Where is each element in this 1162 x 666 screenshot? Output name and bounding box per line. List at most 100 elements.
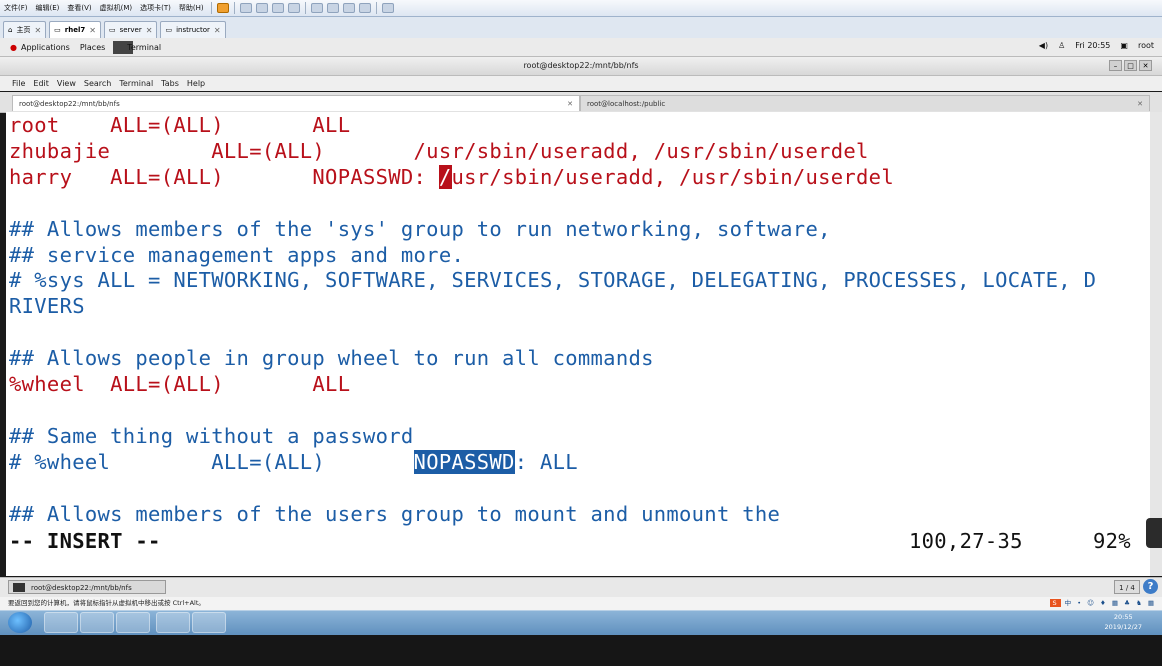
- text-segment: %wheel ALL=(ALL) ALL: [9, 372, 351, 396]
- tab-server[interactable]: ▭ server ✕: [103, 21, 158, 38]
- media-icon[interactable]: [156, 612, 190, 633]
- help-icon[interactable]: ?: [1143, 579, 1158, 594]
- text-segment: # %wheel ALL=(ALL): [9, 449, 414, 474]
- editor-line: root ALL=(ALL) ALL: [9, 112, 350, 138]
- vm-tab-strip: ⌂ 主页 ✕ ▭ rhel7 ✕ ▭ server ✕ ▭ instructor ✕: [0, 17, 1162, 39]
- revert-snapshot-icon[interactable]: [271, 3, 284, 13]
- fullscreen-icon[interactable]: [342, 3, 355, 13]
- editor-line: ## Allows members of the 'sys' group to …: [9, 216, 831, 242]
- app-icon[interactable]: [80, 612, 114, 633]
- gnome-top-panel: ● Applications Places Terminal ◀) ♙ Fri …: [0, 38, 1162, 57]
- panel-clock[interactable]: Fri 20:55: [1075, 41, 1110, 50]
- snapshot-manager-icon[interactable]: [287, 3, 300, 13]
- text-segment: ## Same thing without a password: [9, 423, 414, 448]
- side-panel-tab[interactable]: [1146, 518, 1162, 548]
- editor-line: RIVERS: [9, 293, 85, 319]
- editor-line: %wheel ALL=(ALL) ALL: [9, 371, 350, 397]
- sogou-icon[interactable]: S: [1050, 599, 1061, 607]
- tab-home[interactable]: ⌂ 主页 ✕: [3, 21, 47, 38]
- maximize-icon[interactable]: □: [1124, 60, 1137, 71]
- editor-line: zhubajie ALL=(ALL) /usr/sbin/useradd, /u…: [9, 138, 869, 164]
- user-status-icon[interactable]: ♙: [1058, 41, 1065, 50]
- vm-icon: ▭: [54, 26, 61, 34]
- windows-start-icon[interactable]: [8, 612, 32, 633]
- home-icon: ⌂: [8, 26, 13, 34]
- menu-edit[interactable]: 编辑(E): [32, 3, 64, 13]
- explorer-icon[interactable]: [44, 612, 78, 633]
- editor-line: ## Allows people in group wheel to run a…: [9, 345, 654, 371]
- close-icon[interactable]: ✕: [567, 96, 573, 112]
- menu-terminal[interactable]: Terminal: [115, 79, 157, 88]
- editor-line: ## service management apps and more.: [9, 242, 464, 268]
- text-segment: harry ALL=(ALL) NOPASSWD:: [9, 164, 439, 189]
- text-cursor: /: [438, 164, 452, 189]
- vim-mode: -- INSERT --: [9, 529, 161, 553]
- terminal-output[interactable]: root ALL=(ALL) ALL zhubajie ALL=(ALL) /us…: [6, 112, 1152, 576]
- close-icon[interactable]: ✕: [34, 26, 41, 35]
- tab-instructor[interactable]: ▭ instructor ✕: [160, 21, 226, 38]
- library-icon[interactable]: [326, 3, 339, 13]
- user-icon: ▣: [1120, 41, 1128, 50]
- text-segment: ## Allows members of the 'sys' group to …: [9, 216, 831, 241]
- places-menu[interactable]: Places: [70, 43, 105, 52]
- text-segment: # %sys ALL = NETWORKING, SOFTWARE, SERVI…: [9, 268, 1097, 293]
- scrollbar[interactable]: [1150, 112, 1162, 576]
- menu-file[interactable]: File: [0, 79, 29, 88]
- minimize-icon[interactable]: –: [1109, 60, 1122, 71]
- editor-line: # %wheel ALL=(ALL) NOPASSWD: ALL: [9, 449, 578, 475]
- menu-tabs[interactable]: 选项卡(T): [136, 3, 175, 13]
- tab-desktop22[interactable]: root@desktop22:/mnt/bb/nfs ✕: [12, 95, 580, 111]
- text-segment: root ALL=(ALL) ALL: [9, 113, 351, 137]
- menu-view[interactable]: 查看(V): [63, 3, 95, 13]
- close-icon[interactable]: ✕: [89, 26, 96, 35]
- sidebar-icon[interactable]: [310, 3, 323, 13]
- redhat-icon: ●: [10, 42, 17, 52]
- applications-menu[interactable]: Applications: [17, 43, 70, 52]
- pause-icon[interactable]: [216, 3, 229, 13]
- search-highlight: NOPASSWD: [413, 449, 515, 474]
- snapshot-icon[interactable]: [255, 3, 268, 13]
- taskbar-terminal-button[interactable]: root@desktop22:/mnt/bb/nfs: [8, 580, 166, 594]
- terminal-menubar: File Edit View Search Terminal Tabs Help: [0, 76, 1162, 91]
- menu-help[interactable]: 帮助(H): [175, 3, 208, 13]
- close-icon[interactable]: ✕: [1137, 96, 1143, 112]
- terminal-tab-strip: root@desktop22:/mnt/bb/nfs ✕ root@localh…: [0, 92, 1162, 113]
- menu-search[interactable]: Search: [80, 79, 115, 88]
- close-icon[interactable]: ✕: [146, 26, 153, 35]
- close-icon[interactable]: ✕: [1139, 60, 1152, 71]
- sogou-app-icon[interactable]: [192, 612, 226, 633]
- terminal-icon: [13, 583, 25, 592]
- text-segment: usr/sbin/useradd, /usr/sbin/userdel: [451, 164, 894, 189]
- tab-localhost[interactable]: root@localhost:/public ✕: [580, 95, 1150, 111]
- user-menu[interactable]: root: [1138, 41, 1154, 50]
- cursor-position: 100,27-35: [909, 529, 1023, 553]
- tab-rhel7[interactable]: ▭ rhel7 ✕: [49, 21, 101, 38]
- ime-tray-icons[interactable]: S 中 • ☺ ♦ ▦ ♣ ♞ ▦: [1050, 597, 1156, 610]
- screen-bottom-border: [0, 635, 1162, 666]
- system-clock[interactable]: 20:55 2019/12/27: [1105, 612, 1142, 632]
- menu-help[interactable]: Help: [183, 79, 209, 88]
- menu-file[interactable]: 文件(F): [0, 3, 32, 13]
- text-segment: zhubajie ALL=(ALL) /usr/sbin/useradd, /u…: [9, 138, 869, 163]
- console-view-icon[interactable]: [381, 3, 394, 13]
- window-controls: – □ ✕: [1109, 60, 1152, 71]
- menu-tabs[interactable]: Tabs: [157, 79, 183, 88]
- gnome-bottom-panel: root@desktop22:/mnt/bb/nfs 1 / 4 ?: [0, 577, 1162, 597]
- text-segment: : ALL: [514, 449, 578, 474]
- text-segment: ## Allows members of the users group to …: [9, 501, 781, 526]
- vm-menubar: 文件(F) 编辑(E) 查看(V) 虚拟机(M) 选项卡(T) 帮助(H): [0, 0, 1162, 17]
- menu-edit[interactable]: Edit: [29, 79, 53, 88]
- editor-line: harry ALL=(ALL) NOPASSWD: /usr/sbin/user…: [9, 164, 894, 190]
- volume-icon[interactable]: ◀): [1039, 41, 1048, 50]
- unity-icon[interactable]: [358, 3, 371, 13]
- send-keys-icon[interactable]: [239, 3, 252, 13]
- workspace-switcher[interactable]: 1 / 4: [1114, 580, 1140, 594]
- menu-view[interactable]: View: [53, 79, 80, 88]
- vm-icon: ▭: [108, 26, 116, 34]
- editor-line: # %sys ALL = NETWORKING, SOFTWARE, SERVI…: [9, 267, 1096, 293]
- close-icon[interactable]: ✕: [214, 26, 221, 35]
- menu-vm[interactable]: 虚拟机(M): [96, 3, 137, 13]
- vm-icon: ▭: [165, 26, 173, 34]
- terminal-launcher[interactable]: Terminal: [127, 43, 161, 52]
- vmware-icon[interactable]: [116, 612, 150, 633]
